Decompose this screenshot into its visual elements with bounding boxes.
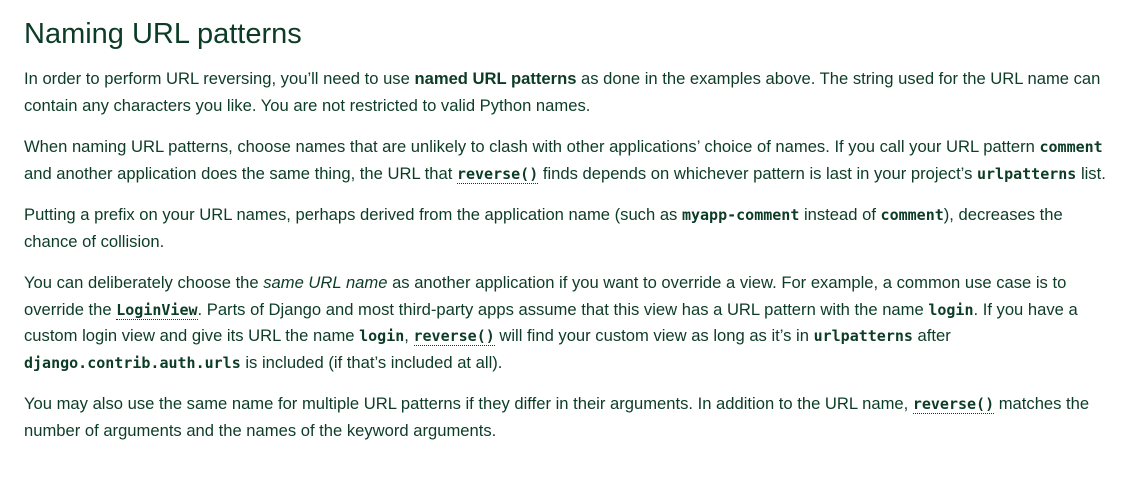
text: . Parts of Django and most third-party a… xyxy=(197,299,929,319)
section-heading: Naming URL patterns xyxy=(24,18,302,50)
text: finds depends on whichever pattern is la… xyxy=(538,163,977,183)
text: and another application does the same th… xyxy=(24,163,457,183)
document-section: Naming URL patterns In order to perform … xyxy=(0,0,1139,444)
strong-text: named URL patterns xyxy=(414,69,577,88)
loginview-link-code: LoginView xyxy=(116,300,198,319)
text: You may also use the same name for multi… xyxy=(24,394,913,413)
text: list. xyxy=(1076,163,1106,183)
text: is included (if that’s included at all). xyxy=(240,352,503,372)
paragraph-4: You can deliberately choose the same URL… xyxy=(24,270,1117,376)
text: In order to perform URL reversing, you’l… xyxy=(24,69,415,88)
reverse-link[interactable]: reverse() xyxy=(456,163,539,184)
text: instead of xyxy=(799,205,881,224)
inline-code-urlpatterns: urlpatterns xyxy=(976,164,1077,183)
reverse-link[interactable]: reverse() xyxy=(413,326,495,346)
inline-code-login: login xyxy=(359,327,405,345)
reverse-link-code: reverse() xyxy=(456,164,539,183)
text: after xyxy=(912,326,951,345)
loginview-link[interactable]: LoginView xyxy=(116,299,198,320)
text: You can deliberately choose the xyxy=(24,273,264,292)
inline-code-urlpatterns: urlpatterns xyxy=(813,327,913,345)
inline-code-myapp-comment: myapp-comment xyxy=(681,206,800,224)
reverse-link[interactable]: reverse() xyxy=(912,394,995,414)
text: Putting a prefix on your URL names, perh… xyxy=(24,205,682,224)
paragraph-1: In order to perform URL reversing, you’l… xyxy=(24,66,1117,119)
reverse-link-code: reverse() xyxy=(413,327,495,345)
emphasis-text: same URL name xyxy=(263,273,388,292)
inline-code-login: login xyxy=(928,300,974,319)
reverse-link-code: reverse() xyxy=(912,395,995,413)
inline-code-comment: comment xyxy=(880,206,944,224)
paragraph-2: When naming URL patterns, choose names t… xyxy=(24,134,1117,187)
inline-code-comment: comment xyxy=(1039,138,1103,156)
inline-code-auth-urls: django.contrib.auth.urls xyxy=(24,353,241,372)
text: will find your custom view as long as it… xyxy=(494,326,814,345)
paragraph-5: You may also use the same name for multi… xyxy=(24,391,1117,444)
text: , xyxy=(404,326,414,345)
paragraph-3: Putting a prefix on your URL names, perh… xyxy=(24,202,1117,255)
text: When naming URL patterns, choose names t… xyxy=(24,137,1040,156)
